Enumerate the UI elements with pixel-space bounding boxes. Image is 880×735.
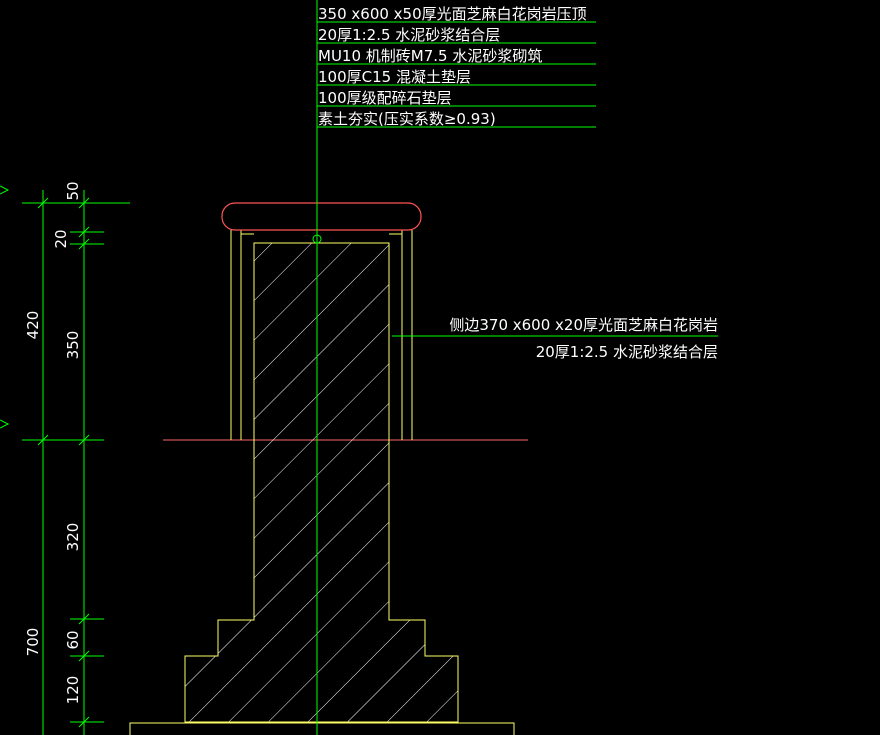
granite-cap	[221, 202, 422, 231]
dim-outer-420: 420	[24, 311, 42, 340]
layer-note-3: MU10 机制砖M7.5 水泥砂浆砌筑	[318, 47, 542, 65]
side-notes: 侧边370 x600 x20厚光面芝麻白花岗岩 20厚1:2.5 水泥砂浆结合层	[449, 316, 718, 361]
layer-notes: 350 x600 x50厚光面芝麻白花岗岩压顶 20厚1:2.5 水泥砂浆结合层…	[318, 5, 587, 128]
section-drawing: 350 x600 x50厚光面芝麻白花岗岩压顶 20厚1:2.5 水泥砂浆结合层…	[0, 0, 718, 735]
level-markers	[0, 185, 10, 429]
side-note-2: 20厚1:2.5 水泥砂浆结合层	[536, 343, 718, 361]
side-cladding-right	[389, 230, 413, 440]
dim-inner-350: 350	[64, 331, 82, 360]
brick-masonry-body	[184, 242, 459, 723]
layer-note-6: 素土夯实(压实系数≥0.93)	[318, 110, 496, 128]
side-note-1: 侧边370 x600 x20厚光面芝麻白花岗岩	[449, 316, 718, 334]
layer-note-1: 350 x600 x50厚光面芝麻白花岗岩压顶	[318, 5, 587, 23]
layer-note-5: 100厚级配碎石垫层	[318, 89, 452, 107]
dim-inner-60: 60	[64, 630, 82, 649]
layer-note-4: 100厚C15 混凝土垫层	[318, 68, 471, 86]
dim-outer-700: 700	[24, 628, 42, 657]
concrete-cushion	[129, 722, 515, 735]
dim-inner-20: 20	[52, 229, 70, 248]
dimension-texts: 420 700 50 20 350 320 60 120	[24, 181, 82, 704]
dim-inner-50: 50	[64, 181, 82, 200]
dim-inner-120: 120	[64, 676, 82, 705]
dim-inner-320: 320	[64, 523, 82, 552]
side-cladding-left	[230, 230, 254, 440]
layer-note-2: 20厚1:2.5 水泥砂浆结合层	[318, 26, 500, 44]
